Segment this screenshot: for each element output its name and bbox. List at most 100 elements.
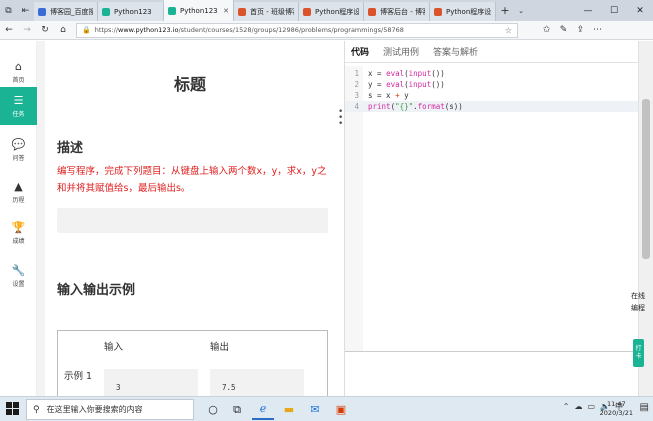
new-tab-button[interactable]: + — [496, 0, 514, 21]
task-view-icon[interactable]: ⧉ — [226, 399, 248, 420]
tab-answers[interactable]: 答案与解析 — [433, 45, 478, 58]
tab-code[interactable]: 代码 — [351, 45, 369, 58]
input-column-header: 输入 — [104, 342, 124, 353]
sidebar-item-tasks[interactable]: ☰ 任务 — [0, 87, 37, 125]
cortana-icon[interactable]: ○ — [202, 399, 224, 420]
chat-icon: 💬 — [11, 137, 26, 151]
code-text: print("{}".format(s)) — [368, 102, 463, 111]
sidebar-item-history[interactable]: ▲ 历程 — [0, 173, 37, 211]
line-number: 2 — [354, 80, 359, 89]
favicon-icon — [102, 7, 110, 16]
sidebar-item-label: 问答 — [12, 154, 25, 162]
sidebar-item-qa[interactable]: 💬 问答 — [0, 131, 37, 169]
home-button[interactable]: ⌂ — [54, 21, 72, 40]
tab-title: Python123 — [114, 7, 152, 16]
sidebar-item-label: 设置 — [12, 280, 25, 288]
clock-date: 2020/3/21 — [599, 409, 633, 417]
io-example-heading: 输入输出示例 — [57, 283, 136, 298]
favorite-star-icon[interactable]: ☆ — [505, 26, 512, 35]
share-icon[interactable]: ⇪ — [572, 21, 589, 40]
notification-icon[interactable]: ▤ — [640, 402, 649, 413]
sidebar-item-label: 成绩 — [12, 237, 25, 245]
scrollbar-thumb[interactable] — [642, 99, 650, 259]
taskbar-clock[interactable]: 11:47 2020/3/21 — [600, 400, 633, 418]
search-placeholder: 在这里输入你要搜索的内容 — [46, 405, 143, 414]
tray-expand-icon[interactable]: ⌃ — [563, 402, 570, 411]
editor-tabs: 代码 测试用例 答案与解析 — [345, 41, 638, 63]
problem-description: 编写程序，完成下列题目：从键盘上输入两个数x，y，求x，y之和并将其赋值给s，最… — [57, 166, 327, 194]
browser-tab-active[interactable]: Python123 ✕ — [164, 0, 234, 21]
tree-icon: ▲ — [14, 179, 23, 193]
check-in-button[interactable]: 打卡 — [633, 339, 644, 367]
browser-tab[interactable]: Python程序设计 — [430, 2, 496, 21]
line-number: 4 — [354, 102, 359, 111]
office-icon[interactable]: ▣ — [330, 399, 352, 420]
windows-start-icon[interactable] — [6, 402, 20, 416]
close-window-button[interactable]: ✕ — [627, 0, 653, 21]
tab-title: Python程序设计 — [315, 7, 359, 16]
tab-dropdown-icon[interactable]: ⌄ — [514, 0, 528, 21]
browser-tab-bar: ⧉ ⇤ 博客园_百度搜索 Python123 Python123 ✕ 首页 - … — [0, 0, 653, 21]
forward-button[interactable]: → — [18, 21, 36, 40]
browser-tab[interactable]: 博客园_百度搜索 — [34, 2, 98, 21]
reading-list-icon[interactable]: ✎ — [555, 21, 572, 40]
more-menu-icon[interactable]: ⋯ — [589, 21, 606, 40]
wrench-icon: 🔧 — [11, 263, 26, 277]
windows-taskbar: ⚲ 在这里输入你要搜索的内容 ○ ⧉ ℯ ▬ ✉ ▣ ⌃ ☁ ▭ 🔈 中 11:… — [0, 396, 653, 421]
problem-title: 标题 — [173, 75, 206, 94]
maximize-button[interactable]: ☐ — [601, 0, 627, 21]
refresh-button[interactable]: ↻ — [36, 21, 54, 40]
tab-test-cases[interactable]: 测试用例 — [383, 45, 419, 58]
panel-splitter[interactable]: • • • — [335, 41, 345, 396]
sample-label: 示例 1 — [64, 371, 93, 382]
favicon-icon — [238, 7, 246, 16]
url-field[interactable]: 🔒 https://www.python123.io/student/cours… — [76, 22, 518, 38]
trophy-icon: 🏆 — [11, 220, 26, 234]
code-line[interactable]: 3 s = x + y — [345, 90, 638, 101]
code-text: x = eval(input()) — [368, 69, 445, 78]
minimize-button[interactable]: — — [575, 0, 601, 21]
file-explorer-icon[interactable]: ▬ — [278, 399, 300, 420]
drag-handle-icon[interactable]: • • • — [338, 108, 343, 129]
home-icon: ⌂ — [15, 59, 22, 73]
url-host: www.python123.io — [118, 26, 179, 34]
browser-tab[interactable]: Python程序设计 — [299, 2, 364, 21]
tab-title: 博客后台 - 博客 — [380, 7, 425, 16]
code-line[interactable]: 2 y = eval(input()) — [345, 79, 638, 90]
code-line-current[interactable]: 4 print("{}".format(s)) — [345, 101, 638, 112]
taskbar-search-box[interactable]: ⚲ 在这里输入你要搜索的内容 — [26, 399, 194, 420]
sidebar-item-home[interactable]: ⌂ 首页 — [0, 53, 37, 91]
code-text: s = x + y — [368, 91, 409, 100]
code-editor[interactable]: 1 x = eval(input()) 2 y = eval(input()) … — [345, 66, 638, 351]
sidebar-item-grades[interactable]: 🏆 成绩 — [0, 214, 37, 252]
sidebar-item-label: 首页 — [12, 76, 25, 84]
tasks-icon: ☰ — [13, 93, 24, 107]
sidebar-item-label: 任务 — [12, 110, 25, 118]
sidebar-item-settings[interactable]: 🔧 设置 — [0, 257, 37, 295]
mail-icon[interactable]: ✉ — [304, 399, 326, 420]
tab-actions-icon[interactable]: ⧉ — [0, 0, 17, 21]
back-button[interactable]: ← — [0, 21, 18, 40]
problem-panel: 标题 描述 编写程序，完成下列题目：从键盘上输入两个数x，y，求x，y之和并将其… — [37, 41, 335, 396]
cloud-icon[interactable]: ☁ — [574, 402, 582, 411]
browser-tab[interactable]: 博客后台 - 博客 — [364, 2, 430, 21]
favorites-icon[interactable]: ✩ — [538, 21, 555, 40]
browser-tab[interactable]: Python123 — [98, 2, 164, 21]
favicon-icon — [168, 6, 176, 15]
problem-card: 标题 描述 编写程序，完成下列题目：从键盘上输入两个数x，y，求x，y之和并将其… — [45, 41, 335, 396]
set-aside-tabs-icon[interactable]: ⇤ — [17, 0, 34, 21]
online-coding-button[interactable]: 在线编程 — [631, 290, 645, 314]
code-line[interactable]: 1 x = eval(input()) — [345, 68, 638, 79]
browser-tab[interactable]: 首页 - 班级博客 — [234, 2, 299, 21]
favicon-icon — [303, 7, 311, 16]
edge-browser-icon[interactable]: ℯ — [252, 399, 274, 420]
address-bar: ← → ↻ ⌂ 🔒 https://www.python123.io/stude… — [0, 21, 653, 40]
clock-time: 11:47 — [606, 400, 626, 408]
close-tab-icon[interactable]: ✕ — [223, 7, 229, 15]
network-icon[interactable]: ▭ — [587, 402, 595, 411]
sidebar-item-label: 历程 — [12, 196, 25, 204]
url-prefix: https:// — [94, 26, 119, 34]
favicon-icon — [38, 7, 46, 16]
line-number: 3 — [354, 91, 359, 100]
code-text: y = eval(input()) — [368, 80, 445, 89]
